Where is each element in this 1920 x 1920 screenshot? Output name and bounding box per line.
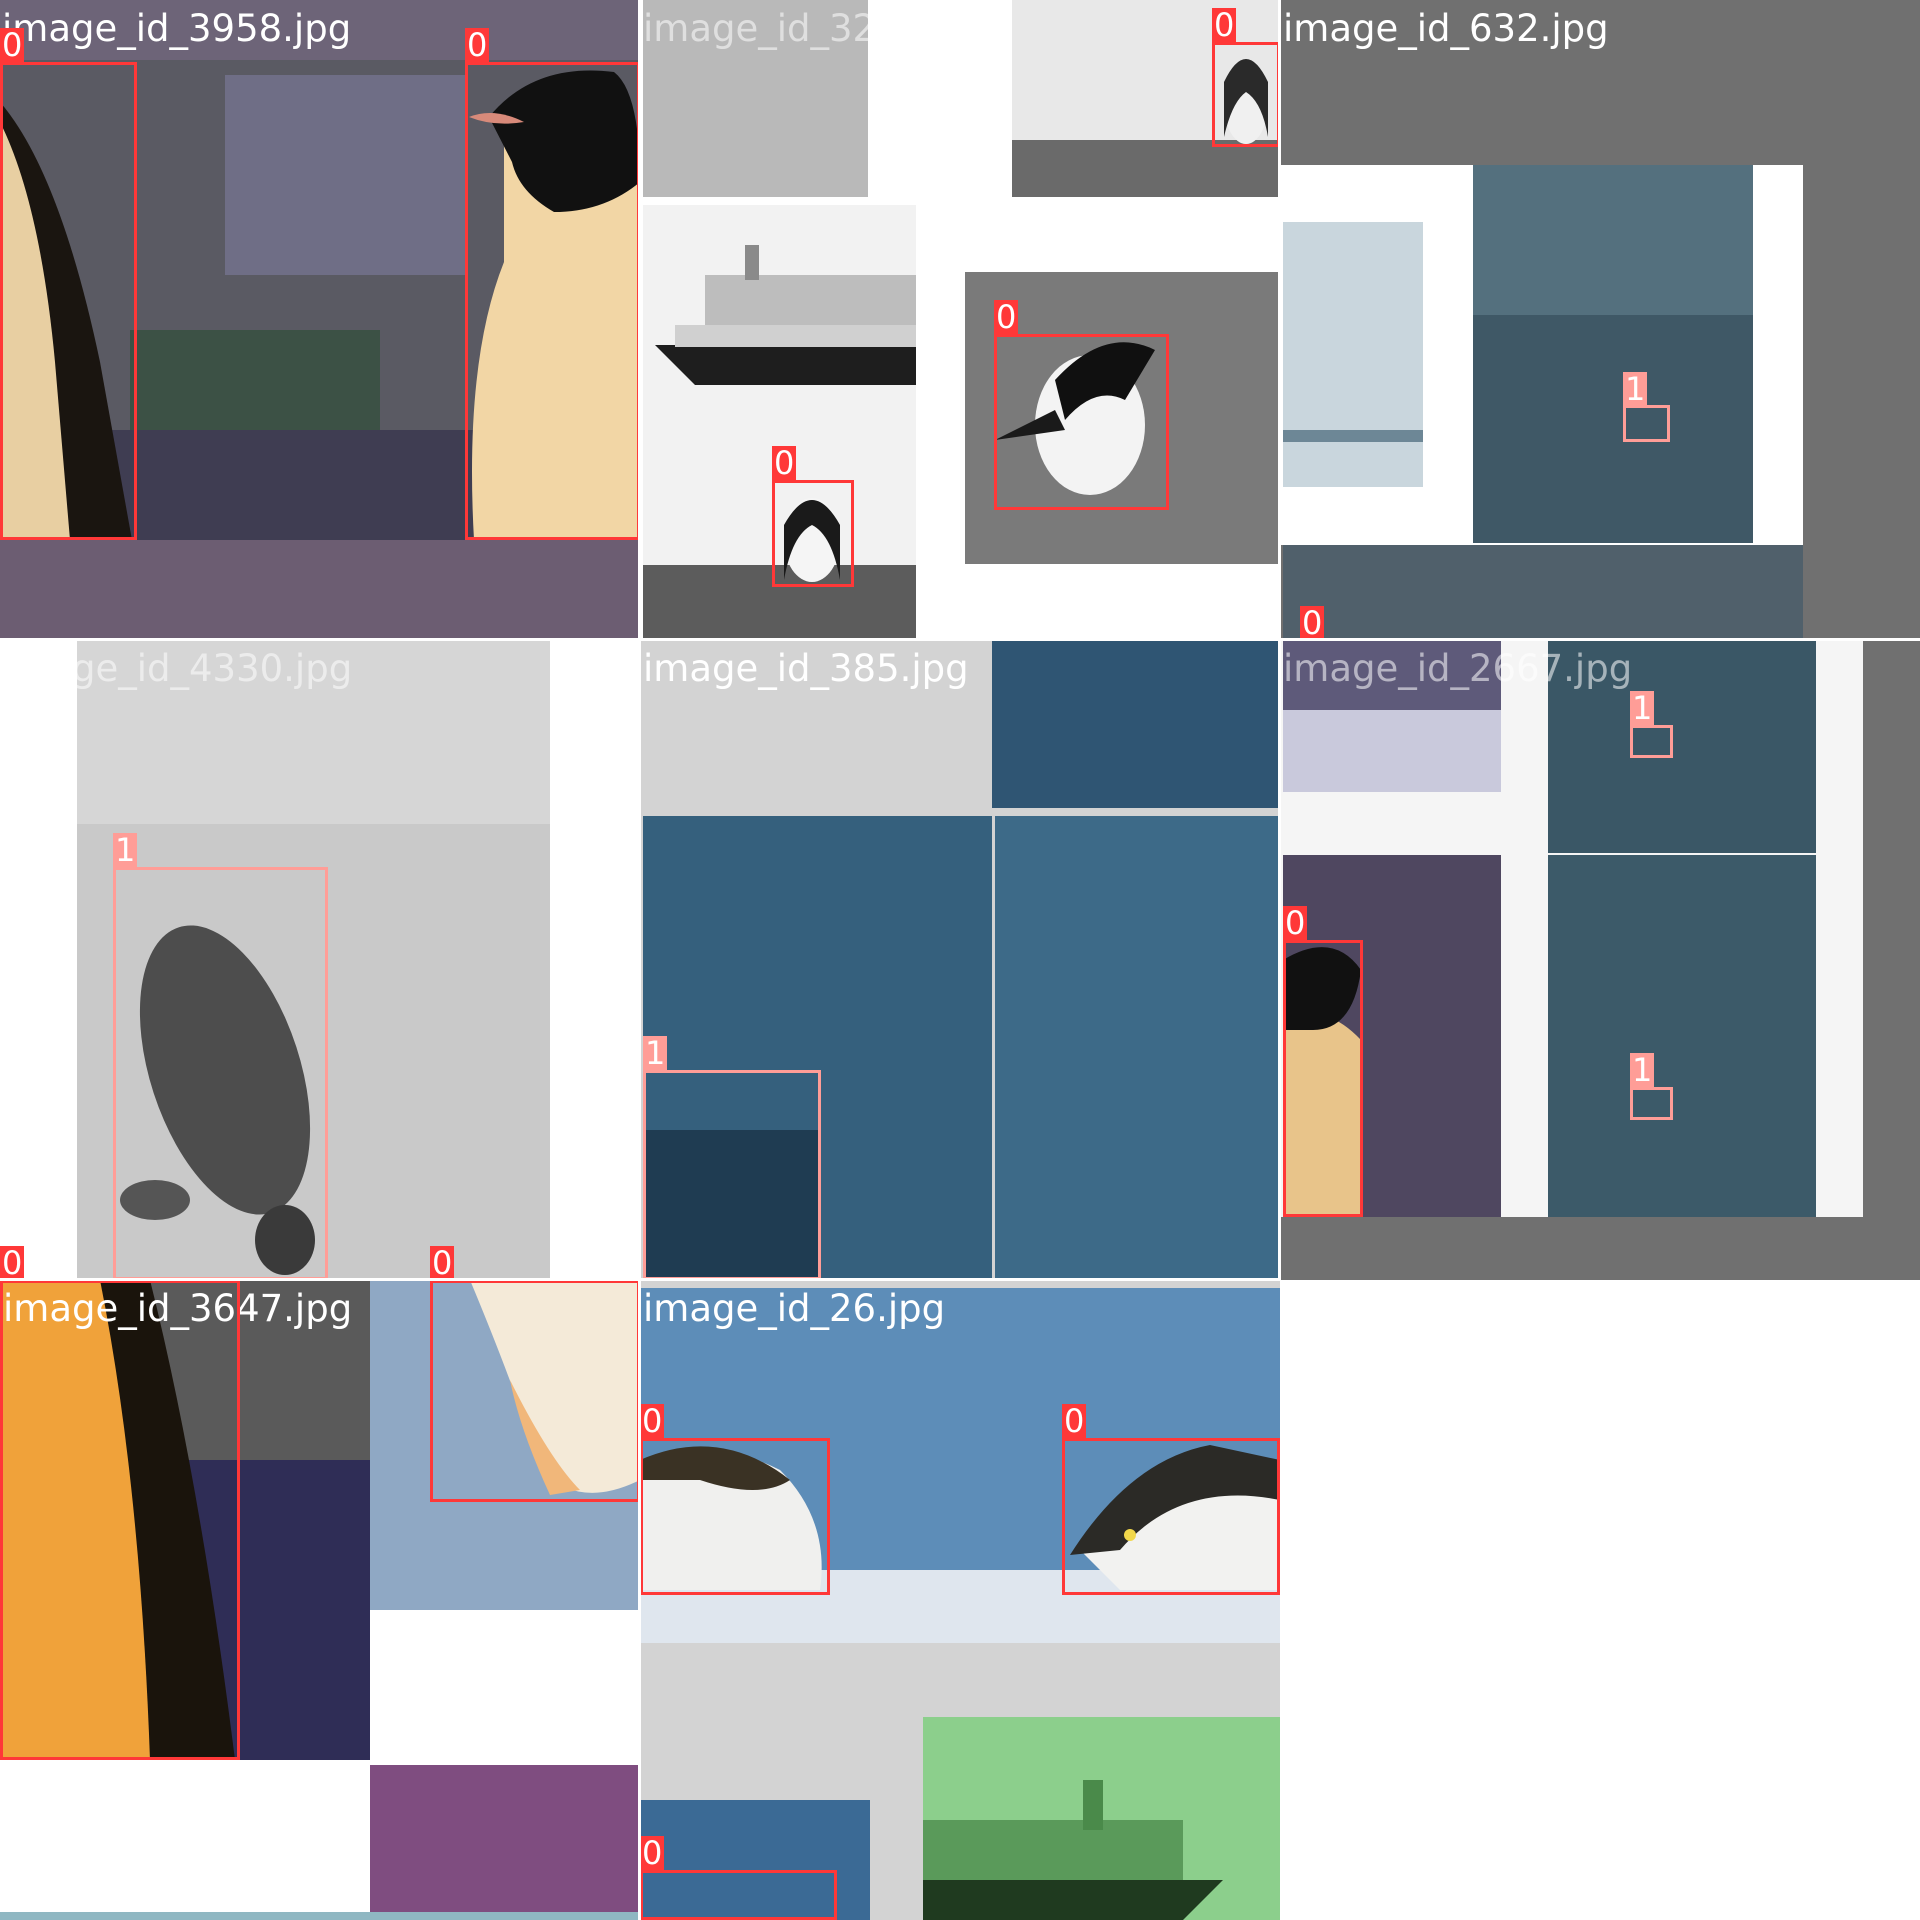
class-label: 0 — [640, 1834, 665, 1872]
class-label: 0 — [994, 298, 1019, 336]
mosaic-tile-7: image_id_3647.jpg 0 0 — [0, 1280, 640, 1920]
class-label: 0 — [430, 1244, 455, 1282]
grid-divider — [0, 638, 1920, 641]
turtle-bbox — [1630, 725, 1673, 758]
penguin-bbox — [0, 1280, 240, 1760]
ice-image — [1283, 222, 1423, 487]
penguin-bbox — [640, 1438, 830, 1595]
image-filename: image_id_26.jpg — [643, 1287, 946, 1330]
underwater-image — [1548, 855, 1816, 1217]
purple-image — [370, 1765, 640, 1920]
class-label: 0 — [1300, 604, 1325, 642]
image-filename: image_id_3958.jpg — [2, 7, 352, 50]
penguin-bbox — [1283, 940, 1363, 1217]
class-label: 0 — [465, 26, 490, 64]
penguin-bbox — [1212, 42, 1280, 147]
penguin-bbox — [640, 1870, 837, 1920]
class-label: 1 — [1623, 370, 1648, 408]
strip — [0, 1912, 640, 1920]
image-filename: image_id_3255.jpg — [643, 7, 993, 50]
class-label: 0 — [1062, 1402, 1087, 1440]
ship-image — [923, 1780, 1223, 1920]
class-label: 1 — [1630, 689, 1655, 727]
class-label: 1 — [1630, 1051, 1655, 1089]
image-filename: image_id_2667.jpg — [1283, 647, 1633, 690]
tile-texture — [0, 540, 640, 640]
mosaic-tile-5: image_id_385.jpg 1 — [640, 640, 1280, 1280]
class-label: 0 — [0, 26, 25, 64]
class-label: 0 — [1283, 904, 1308, 942]
mosaic-tile-3: image_id_632.jpg 1 — [1280, 0, 1920, 640]
penguin-bbox — [465, 62, 640, 540]
turtle-bbox — [113, 867, 328, 1280]
penguin-bbox — [1062, 1438, 1280, 1595]
class-label: 0 — [640, 1402, 665, 1440]
class-label: 1 — [643, 1034, 668, 1072]
underwater-image — [992, 640, 1280, 808]
mosaic-tile-2: image_id_3255.jpg 0 0 0 — [640, 0, 1280, 640]
image-filename: image_id_385.jpg — [643, 647, 969, 690]
mosaic-tile-8: image_id_26.jpg 0 0 0 — [640, 1280, 1280, 1920]
class-label: 0 — [0, 1244, 25, 1282]
class-label: 0 — [772, 444, 797, 482]
penguin-bbox — [0, 62, 137, 540]
penguin-bbox — [430, 1280, 640, 1502]
penguin-bbox — [772, 480, 854, 587]
tile-texture — [225, 75, 465, 275]
class-label: 1 — [113, 831, 138, 869]
mosaic-tile-4: image_id_4330.jpg 1 — [0, 640, 640, 1280]
class-label: 0 — [1212, 6, 1237, 44]
grid-divider — [0, 1278, 1280, 1281]
grid-divider — [638, 0, 641, 1920]
image-filename: image_id_632.jpg — [1283, 7, 1609, 50]
turtle-bbox — [1630, 1087, 1673, 1120]
underwater-image — [1473, 165, 1753, 315]
ship-image — [655, 245, 916, 385]
mosaic-tile-6: image_id_2667.jpg 1 1 0 — [1280, 640, 1920, 1280]
underwater-image — [995, 816, 1280, 1280]
penguin-bbox — [994, 334, 1169, 510]
turtle-bbox — [1623, 405, 1670, 442]
tile-texture — [130, 330, 380, 430]
mosaic-tile-1: image_id_3958.jpg 0 0 — [0, 0, 640, 640]
rocks — [1012, 140, 1280, 197]
ice-image — [1283, 430, 1423, 442]
turtle-bbox — [643, 1070, 821, 1280]
underwater-image — [1283, 545, 1803, 640]
image-filename: image_id_4330.jpg — [3, 647, 353, 690]
